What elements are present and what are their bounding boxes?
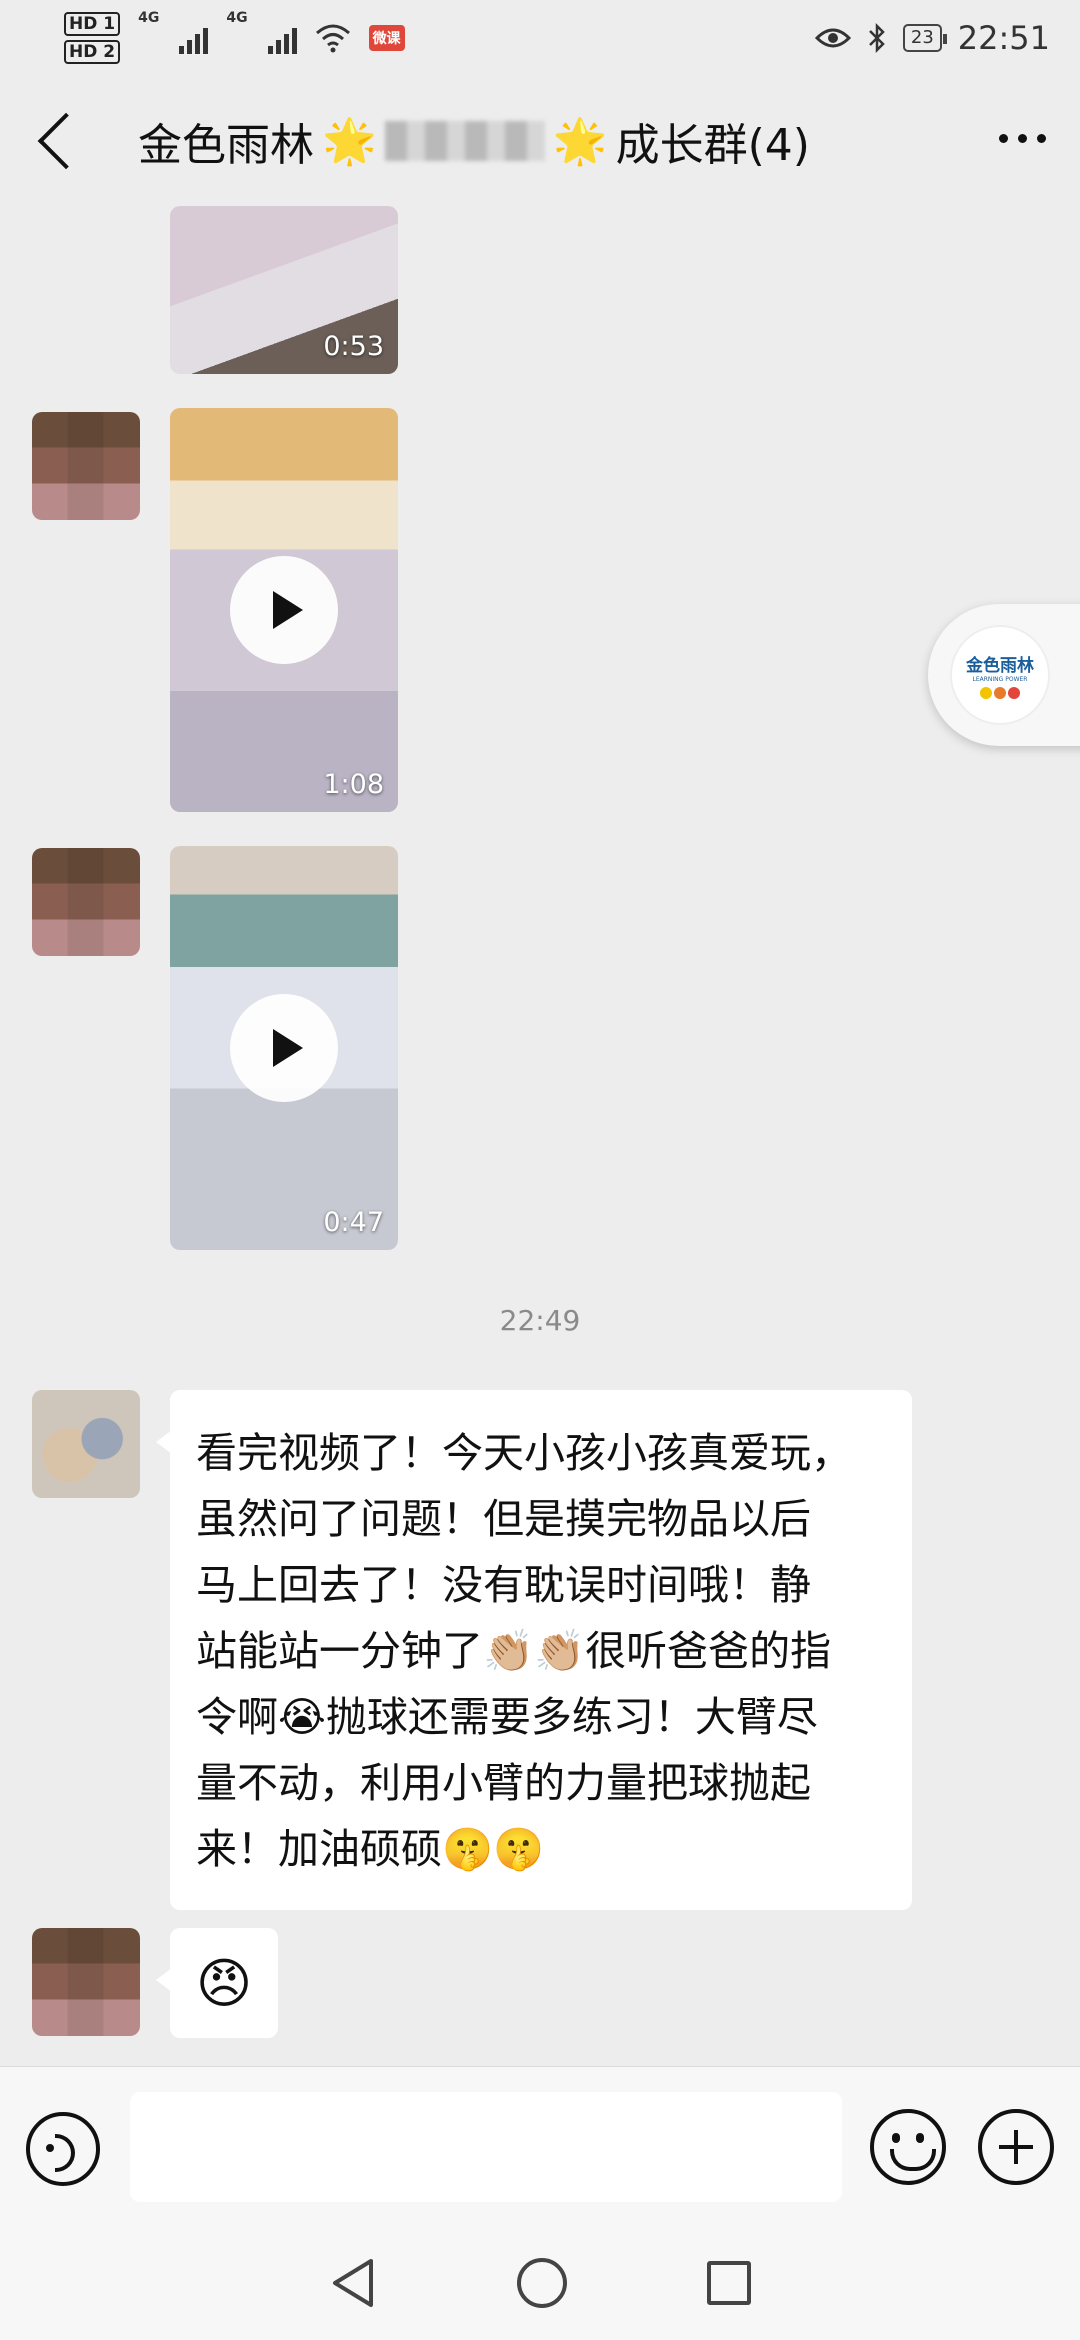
redacted-name xyxy=(384,121,545,161)
status-right: 23 22:51 xyxy=(814,19,1050,57)
avatar[interactable] xyxy=(32,848,140,956)
plus-icon[interactable] xyxy=(978,2109,1054,2185)
status-bar: HD 1 HD 2 4G 4G 微课 23 22:51 xyxy=(0,0,1080,76)
clock: 22:51 xyxy=(957,19,1050,57)
avatar[interactable] xyxy=(32,1390,140,1498)
emoji-message[interactable]: 😠 xyxy=(156,1928,278,2038)
star-icon: 🌟 xyxy=(552,116,608,167)
play-icon[interactable] xyxy=(230,556,338,664)
avatar[interactable] xyxy=(32,412,140,520)
bluetooth-icon xyxy=(868,22,885,54)
network-label-2: 4G xyxy=(226,10,248,26)
video-duration: 1:08 xyxy=(323,769,384,800)
battery-icon: 23 xyxy=(902,24,947,52)
back-arrow-icon[interactable] xyxy=(37,112,95,170)
app-badge: 微课 xyxy=(368,25,405,51)
video-message[interactable]: 1:08 xyxy=(170,408,398,812)
wifi-icon xyxy=(315,24,350,53)
message-text: 看完视频了！今天小孩小孩真爱玩， 虽然问了问题！但是摸完物品以后 马上回去了！没… xyxy=(196,1429,852,1873)
input-bar xyxy=(0,2066,1080,2226)
brand-name: 金色雨林 xyxy=(966,656,1034,676)
brand-subtitle: LEARNING POWER xyxy=(972,676,1028,683)
more-options-icon[interactable] xyxy=(999,134,1046,143)
hd2-label: HD 2 xyxy=(64,40,121,64)
video-message[interactable]: 0:47 xyxy=(170,846,398,1250)
hd1-label: HD 1 xyxy=(64,12,121,36)
title-suffix: 成长群(4) xyxy=(615,120,810,171)
chat-header: 金色雨林 🌟 🌟 成长群(4) xyxy=(0,76,1080,206)
floating-widget[interactable]: 金色雨林 LEARNING POWER xyxy=(928,604,1080,746)
nav-recent-icon[interactable] xyxy=(707,2261,751,2305)
message-list[interactable]: 0:53 1:08 0:47 22:49 看完视频了！今天小孩小孩真爱玩， 虽然… xyxy=(0,206,1080,2066)
text-message-bubble[interactable]: 看完视频了！今天小孩小孩真爱玩， 虽然问了问题！但是摸完物品以后 马上回去了！没… xyxy=(156,1390,912,1910)
nav-back-icon[interactable] xyxy=(329,2257,377,2309)
play-icon[interactable] xyxy=(230,994,338,1102)
chat-title: 金色雨林 🌟 🌟 成长群(4) xyxy=(138,109,810,173)
nav-home-icon[interactable] xyxy=(517,2258,567,2308)
avatar[interactable] xyxy=(32,1928,140,2036)
signal-icon-1 xyxy=(179,22,209,54)
brand-logo: 金色雨林 LEARNING POWER xyxy=(950,625,1050,725)
emoji-icon[interactable] xyxy=(870,2109,946,2185)
video-duration: 0:47 xyxy=(323,1207,384,1238)
signal-icon-2 xyxy=(267,22,297,54)
eye-icon xyxy=(814,28,851,48)
system-nav-bar xyxy=(0,2226,1080,2340)
voice-input-icon[interactable] xyxy=(26,2112,100,2186)
star-icon: 🌟 xyxy=(322,116,377,167)
status-left: HD 1 HD 2 4G 4G 微课 xyxy=(64,10,405,66)
brand-dots xyxy=(980,687,1020,699)
video-message[interactable]: 0:53 xyxy=(170,206,398,374)
network-label-1: 4G xyxy=(138,10,160,26)
video-duration: 0:53 xyxy=(323,331,384,362)
timestamp: 22:49 xyxy=(499,1304,581,1337)
message-input[interactable] xyxy=(130,2092,842,2202)
title-prefix: 金色雨林 xyxy=(138,120,314,171)
hd-indicator: HD 1 HD 2 xyxy=(64,10,121,66)
